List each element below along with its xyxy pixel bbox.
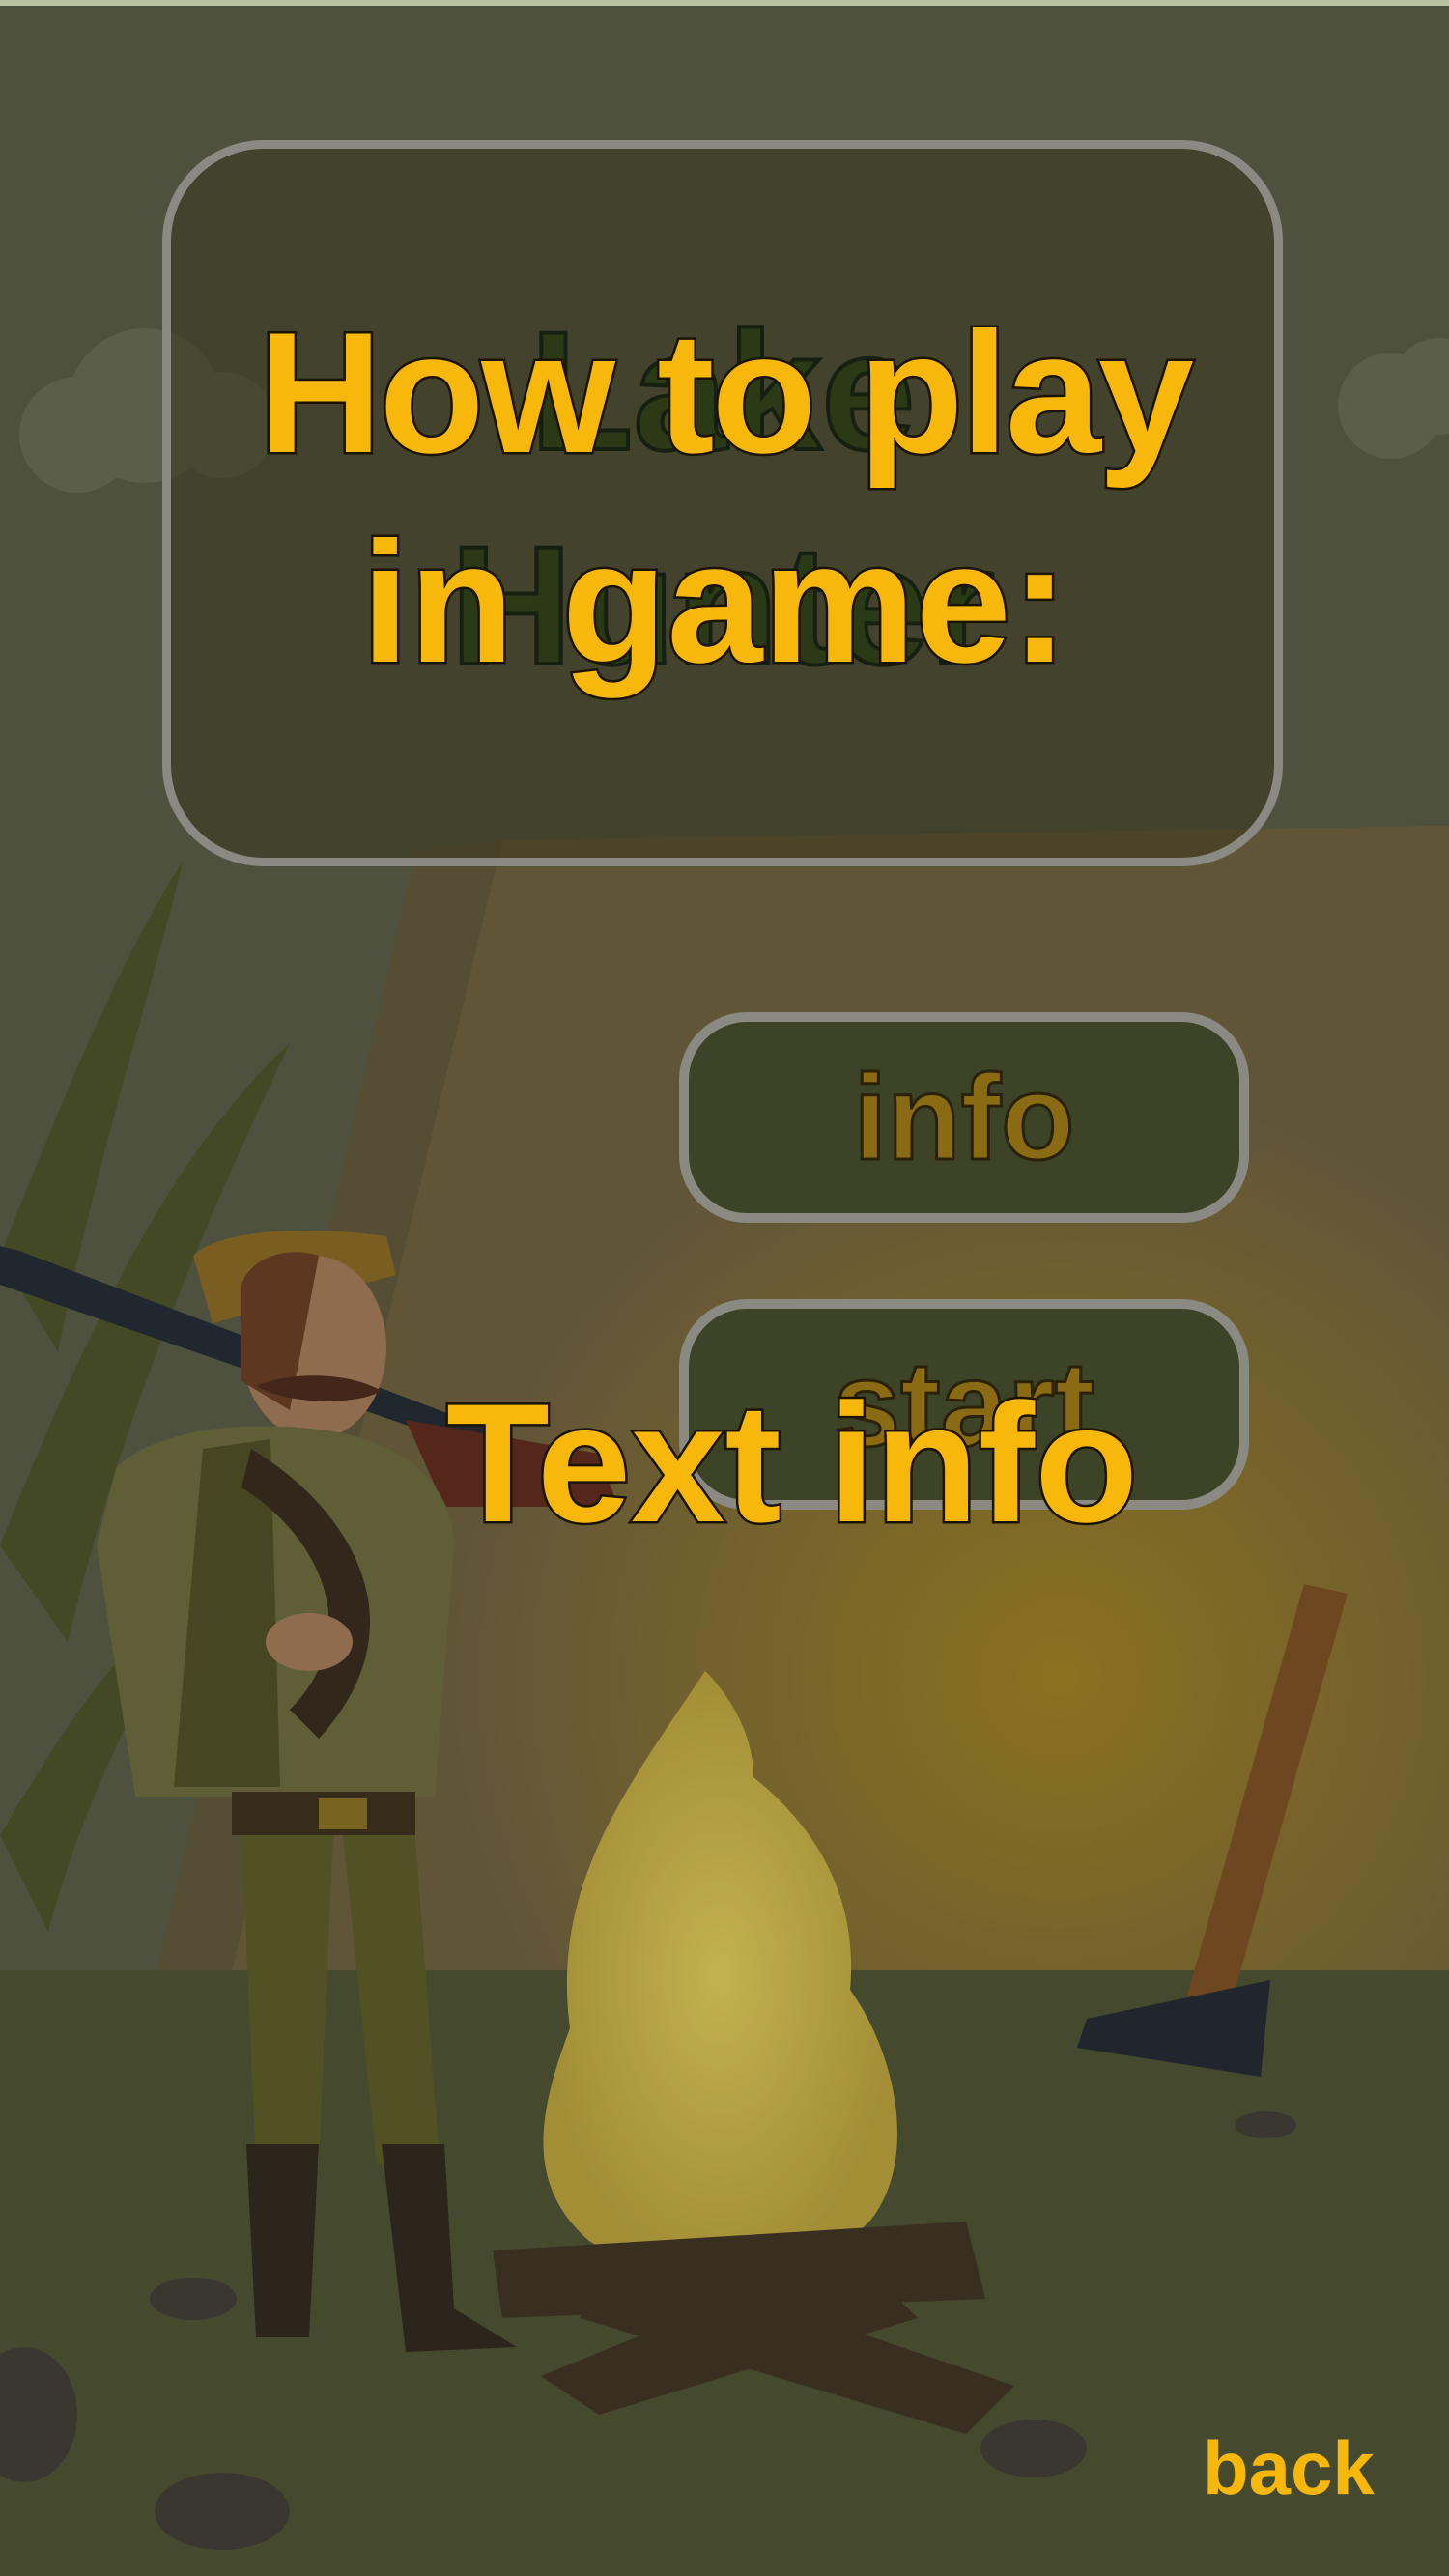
how-to-play-heading-line1: How to play [256,297,1197,489]
title-panel [162,140,1283,866]
info-body-text: Text info [443,1370,1140,1558]
how-to-play-heading-line2: in game: [359,506,1071,698]
info-button-label: info [852,1049,1076,1186]
top-border-strip [0,0,1449,6]
back-button[interactable]: back [1203,2424,1396,2511]
info-button[interactable]: info [679,1012,1249,1223]
